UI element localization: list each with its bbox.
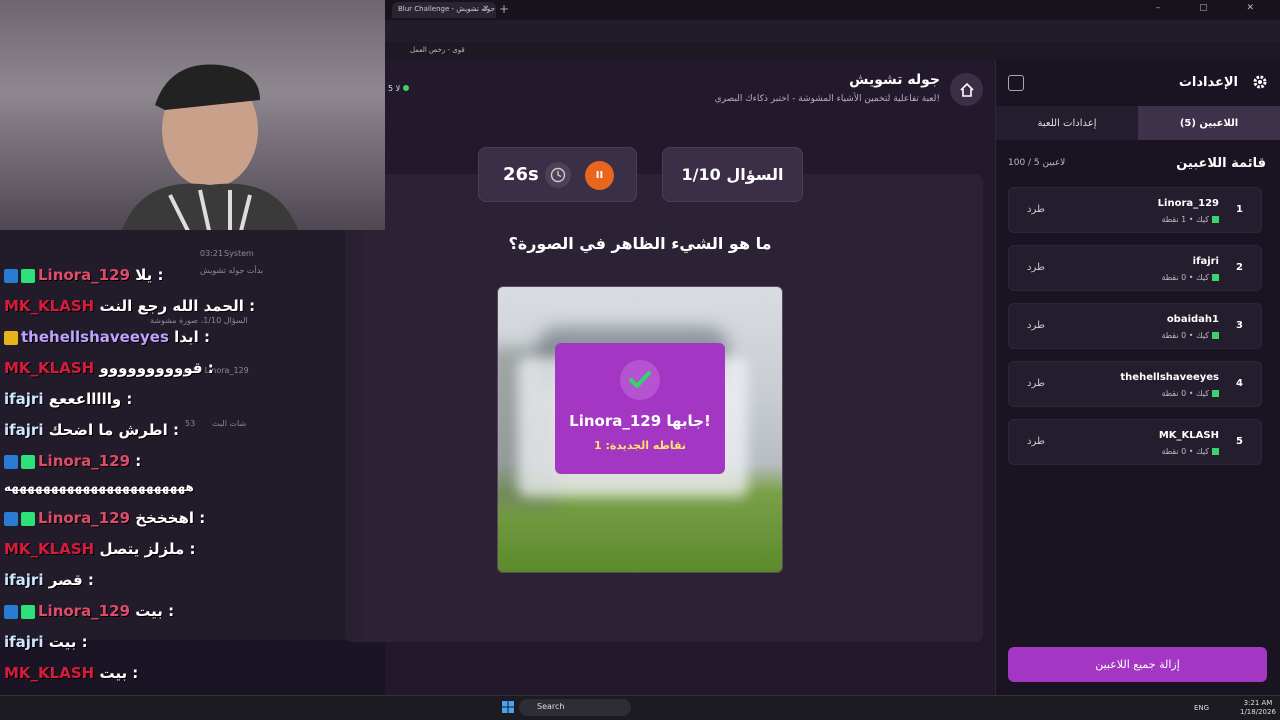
timer-box: 26s II xyxy=(478,147,637,202)
kick-platform-icon xyxy=(1212,448,1219,455)
kick-button[interactable]: طرد xyxy=(1027,320,1045,331)
player-rank: 4 xyxy=(1236,378,1243,389)
badge-icon xyxy=(4,511,18,526)
home-icon xyxy=(959,82,974,97)
address-bar[interactable] xyxy=(385,20,1280,42)
taskbar-clock[interactable]: 3:21 AM 1/18/2026 xyxy=(1240,699,1276,717)
player-rank: 1 xyxy=(1236,204,1243,215)
clear-players-button[interactable]: إزالة جميع اللاعبين xyxy=(1008,647,1267,682)
question-text: ما هو الشيء الظاهر في الصورة؟ xyxy=(508,234,772,253)
player-count: 100 / 5 لاعبين xyxy=(1008,158,1066,168)
player-row: 2 ifajri كيك • 0 نقطة طرد xyxy=(1008,245,1262,291)
player-name: MK_KLASH xyxy=(1158,430,1219,441)
player-name: Linora_129 xyxy=(1157,198,1219,209)
language-indicator[interactable]: ENG xyxy=(1194,704,1209,712)
chat-message: MK_KLASH بيت : xyxy=(4,664,139,682)
windows-start-icon[interactable] xyxy=(502,701,514,713)
player-info: كيك • 0 نقطة xyxy=(1161,389,1219,398)
kick-button[interactable]: طرد xyxy=(1027,204,1045,215)
badge-icon xyxy=(4,604,18,619)
badge-icon xyxy=(21,268,35,283)
close-tab-icon[interactable]: × xyxy=(482,4,490,14)
chat-message: ifajri اطرش ما اضحك : xyxy=(4,421,180,439)
chat-message: Linora_129 يلا : xyxy=(4,266,164,284)
chat-message: ifajri قصر : xyxy=(4,571,94,589)
timer-value: 26s xyxy=(503,164,539,185)
kick-button[interactable]: طرد xyxy=(1027,378,1045,389)
player-rank: 3 xyxy=(1236,320,1243,331)
winner-title: Linora_129 جابها! xyxy=(569,412,711,430)
webcam-overlay xyxy=(0,0,385,230)
player-list-title: قائمة اللاعبين xyxy=(1176,156,1266,171)
tab-title: Blur Challenge - جوله تشويش xyxy=(398,5,496,13)
player-row: 3 obaidah1 كيك • 0 نقطة طرد xyxy=(1008,303,1262,349)
online-indicator: 5 لا xyxy=(388,84,410,93)
winner-points: نقاطه الجديدة: 1 xyxy=(593,439,687,452)
streamer-figure xyxy=(121,64,299,230)
windows-taskbar xyxy=(0,695,1280,720)
question-counter: السؤال 1/10 xyxy=(662,147,803,202)
chat-message: MK_KLASH قوووووووووو : xyxy=(4,359,214,377)
chat-message: MK_KLASH ملزلز يتصل : xyxy=(4,540,196,558)
crown-badge-icon xyxy=(4,330,18,345)
player-row: 5 MK_KLASH كيك • 0 نقطة طرد xyxy=(1008,419,1262,465)
online-dot-icon xyxy=(403,85,410,91)
player-info: كيك • 1 نقطة xyxy=(1161,215,1219,224)
kick-button[interactable]: طرد xyxy=(1027,436,1045,447)
tab-players[interactable]: اللاعبين (5) xyxy=(1138,106,1280,140)
player-info: كيك • 0 نقطة xyxy=(1161,331,1219,340)
player-row: 1 Linora_129 كيك • 1 نقطة طرد xyxy=(1008,187,1262,233)
browser-tab[interactable]: Blur Challenge - جوله تشويش xyxy=(392,2,496,18)
bookmark-item[interactable]: قوى - رخص العمل xyxy=(410,46,465,54)
kick-platform-icon xyxy=(1212,216,1219,223)
badge-icon xyxy=(21,454,35,469)
chat-message: Linora_129 اهخخخخ : xyxy=(4,509,205,527)
new-tab-icon[interactable]: + xyxy=(499,2,509,16)
window-controls[interactable]: – ▢ ✕ xyxy=(1156,3,1272,13)
settings-title: الإعدادات xyxy=(1178,75,1238,90)
player-name: obaidah1 xyxy=(1166,314,1219,325)
check-icon xyxy=(620,360,660,400)
tab-game-settings[interactable]: إعدادات اللعبة xyxy=(996,106,1138,140)
bookmarks-bar xyxy=(385,42,1280,60)
chat-message: thehellshaveeyes ابدا : xyxy=(4,328,210,346)
page-subtitle: لعبة تفاعلية لتخمين الأشياء المشوشة - اخ… xyxy=(714,94,940,104)
page-title: جوله تشويش xyxy=(849,72,940,88)
collapse-panel-icon[interactable] xyxy=(1008,75,1024,91)
player-rank: 2 xyxy=(1236,262,1243,273)
kick-button[interactable]: طرد xyxy=(1027,262,1045,273)
clock-icon xyxy=(545,162,571,188)
chat-message: Linora_129 بيت : xyxy=(4,602,174,620)
player-info: كيك • 0 نقطة xyxy=(1161,273,1219,282)
badge-icon xyxy=(21,511,35,526)
gear-icon xyxy=(1253,75,1267,89)
badge-icon xyxy=(21,604,35,619)
chat-message: هههههههههههههههههههههههه xyxy=(4,480,194,494)
player-name: thehellshaveeyes xyxy=(1120,372,1219,383)
chat-message: Linora_129 : xyxy=(4,452,141,470)
winner-popup: Linora_129 جابها! نقاطه الجديدة: 1 xyxy=(555,343,725,474)
home-button[interactable] xyxy=(950,73,983,106)
player-info: كيك • 0 نقطة xyxy=(1161,447,1219,456)
taskbar-search[interactable]: Search xyxy=(519,699,631,716)
player-row: 4 thehellshaveeyes كيك • 0 نقطة طرد xyxy=(1008,361,1262,407)
kick-platform-icon xyxy=(1212,332,1219,339)
kick-platform-icon xyxy=(1212,274,1219,281)
kick-platform-icon xyxy=(1212,390,1219,397)
chat-message: MK_KLASH الحمد الله رجع النت : xyxy=(4,297,256,315)
badge-icon xyxy=(4,454,18,469)
pause-button[interactable]: II xyxy=(585,161,614,190)
badge-icon xyxy=(4,268,18,283)
chat-message: ifajri بيت : xyxy=(4,633,88,651)
player-rank: 5 xyxy=(1236,436,1243,447)
chat-message: ifajri واااااعععع : xyxy=(4,390,133,408)
player-name: ifajri xyxy=(1192,256,1219,267)
